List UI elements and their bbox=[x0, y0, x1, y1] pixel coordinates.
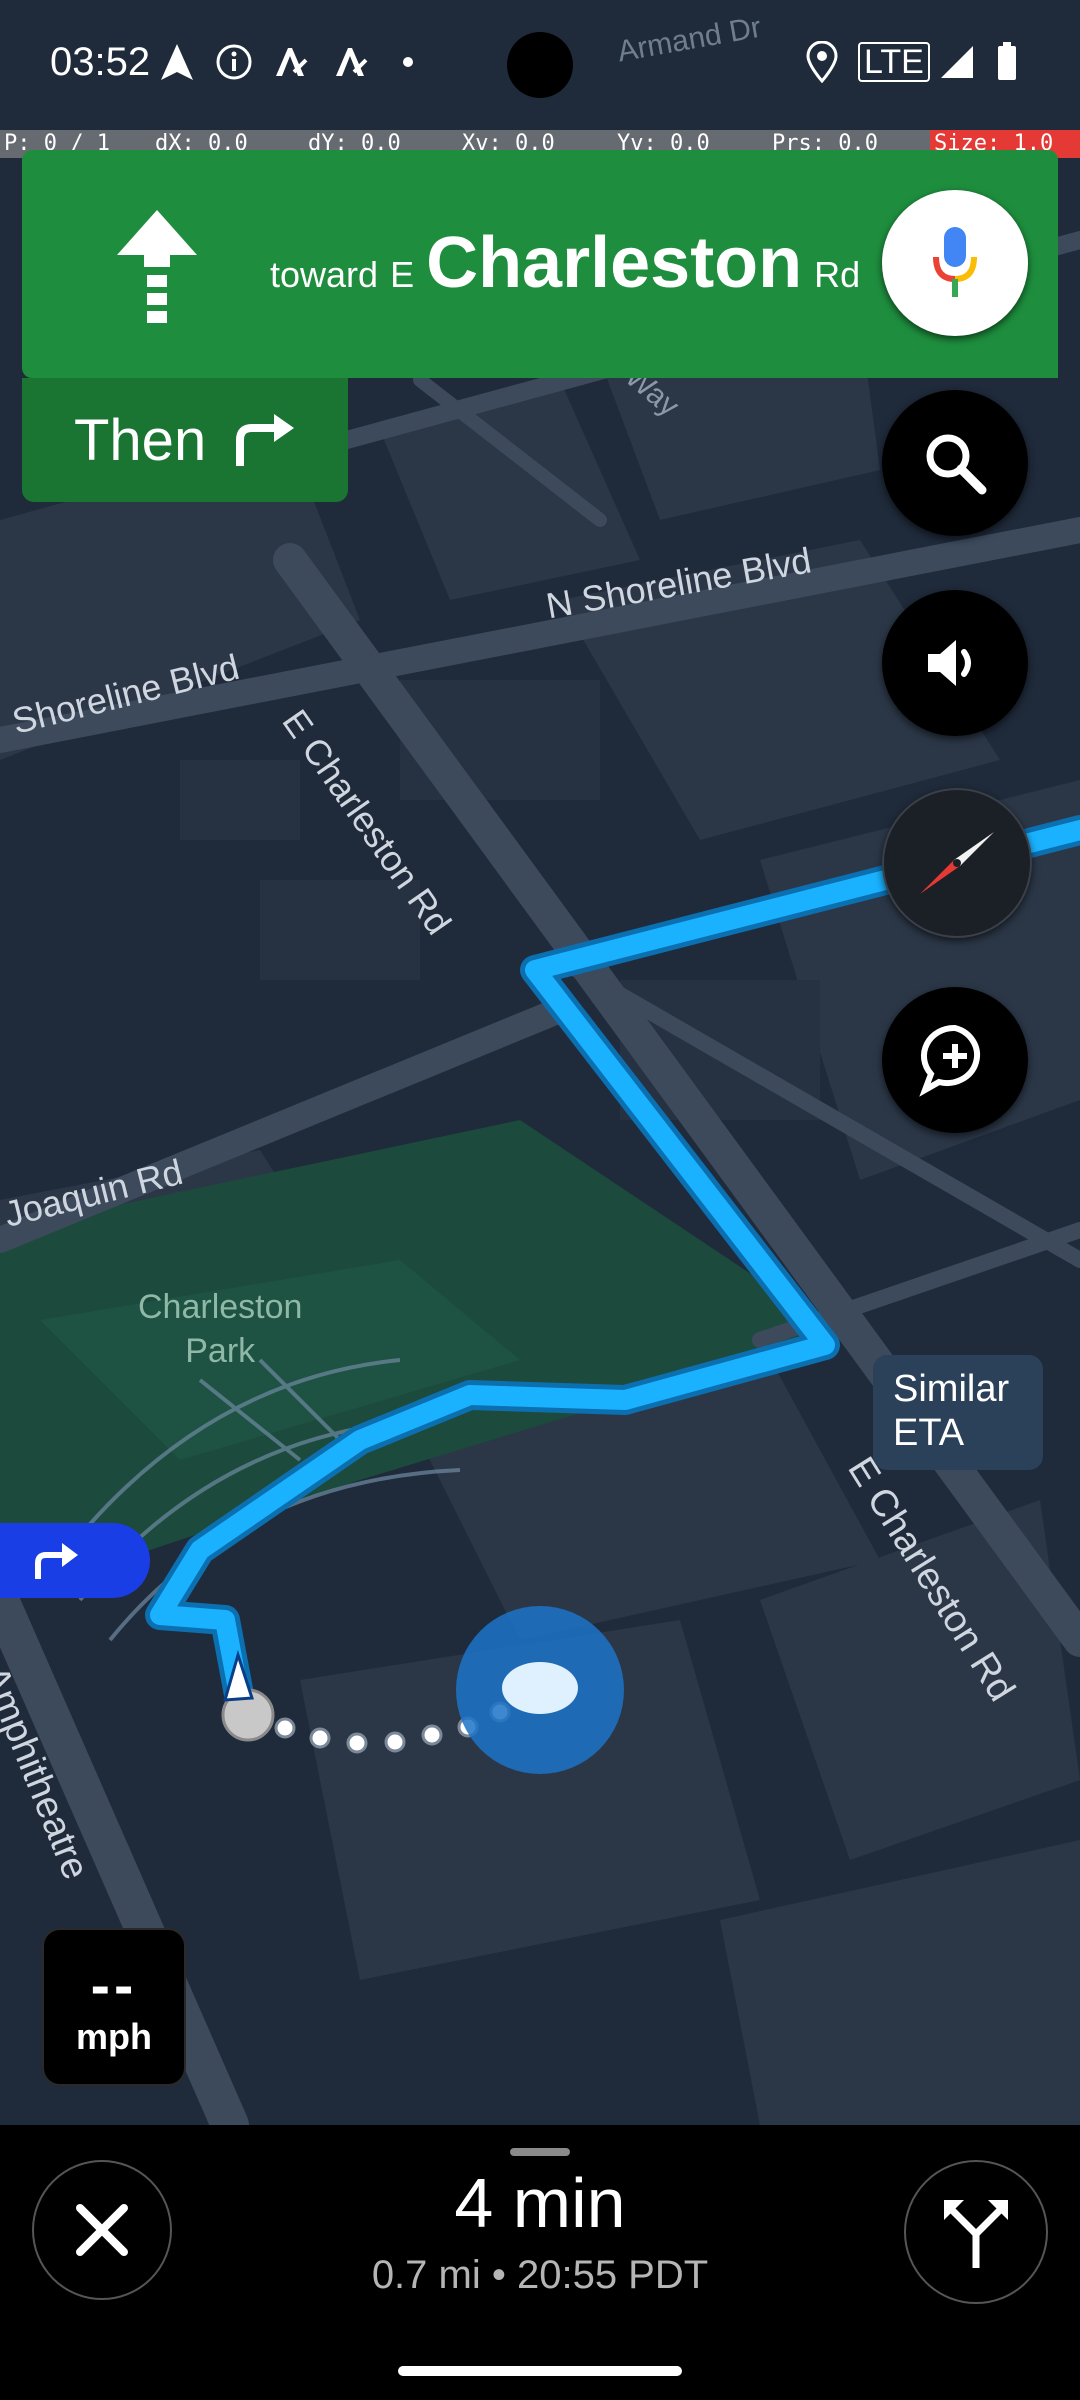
sound-button[interactable] bbox=[882, 590, 1028, 736]
route-fork-icon bbox=[944, 2200, 1008, 2268]
then-label: Then bbox=[74, 407, 207, 473]
navigation-street-text: toward E Charleston Rd bbox=[270, 222, 860, 304]
alternate-route-eta-chip[interactable]: Similar ETA bbox=[873, 1355, 1043, 1470]
drag-handle[interactable] bbox=[510, 2148, 570, 2156]
info-icon bbox=[212, 40, 256, 84]
signal-strength-icon bbox=[935, 40, 979, 84]
speed-unit: mph bbox=[76, 2016, 152, 2057]
status-time: 03:52 bbox=[50, 40, 151, 84]
map-label-park-line2: Park bbox=[185, 1332, 256, 1370]
battery-icon bbox=[985, 40, 1029, 84]
straight-arrow-icon bbox=[102, 205, 212, 330]
alternate-routes-button[interactable] bbox=[904, 2160, 1048, 2304]
next-turn-card[interactable]: Then bbox=[22, 378, 348, 502]
speed-value: -- bbox=[90, 1953, 138, 2018]
map-label-charleston-park: Charleston Park bbox=[138, 1285, 302, 1373]
turn-marker-callout bbox=[0, 1523, 150, 1598]
turn-right-small-icon bbox=[35, 1542, 78, 1579]
nav-street-suffix: Rd bbox=[814, 254, 861, 295]
eta-chip-line2: ETA bbox=[893, 1412, 965, 1454]
nav-street-name: Charleston bbox=[426, 223, 803, 303]
trip-summary-bar: 4 min 0.7 mi • 20:55 PDT bbox=[0, 2125, 1080, 2400]
compass-icon bbox=[920, 832, 994, 894]
search-button[interactable] bbox=[882, 390, 1028, 536]
map-label-park-line1: Charleston bbox=[138, 1288, 303, 1326]
camera-cutout bbox=[507, 32, 573, 98]
eta-chip-line1: Similar bbox=[893, 1368, 1010, 1410]
compass-button[interactable] bbox=[882, 788, 1032, 938]
search-icon bbox=[926, 434, 987, 495]
nav-direction-prefix: E bbox=[390, 254, 415, 295]
network-type-label: LTE bbox=[858, 42, 930, 82]
status-bar: 03:52 LTE bbox=[0, 0, 1080, 130]
autofill-icon-2 bbox=[328, 40, 372, 84]
location-pin-icon bbox=[800, 40, 844, 84]
autofill-icon-1 bbox=[268, 40, 312, 84]
add-comment-icon bbox=[919, 1024, 980, 1097]
microphone-icon bbox=[933, 227, 977, 297]
gesture-navigation-bar[interactable] bbox=[398, 2366, 682, 2376]
speedometer: -- mph bbox=[42, 1928, 186, 2086]
navigation-arrow-icon bbox=[155, 40, 199, 84]
nav-toward-label: toward bbox=[270, 254, 379, 295]
turn-right-icon bbox=[230, 408, 300, 473]
speaker-icon bbox=[928, 640, 971, 686]
notification-dot-icon bbox=[386, 40, 430, 84]
voice-search-button[interactable] bbox=[882, 190, 1028, 336]
report-incident-button[interactable] bbox=[882, 987, 1028, 1133]
